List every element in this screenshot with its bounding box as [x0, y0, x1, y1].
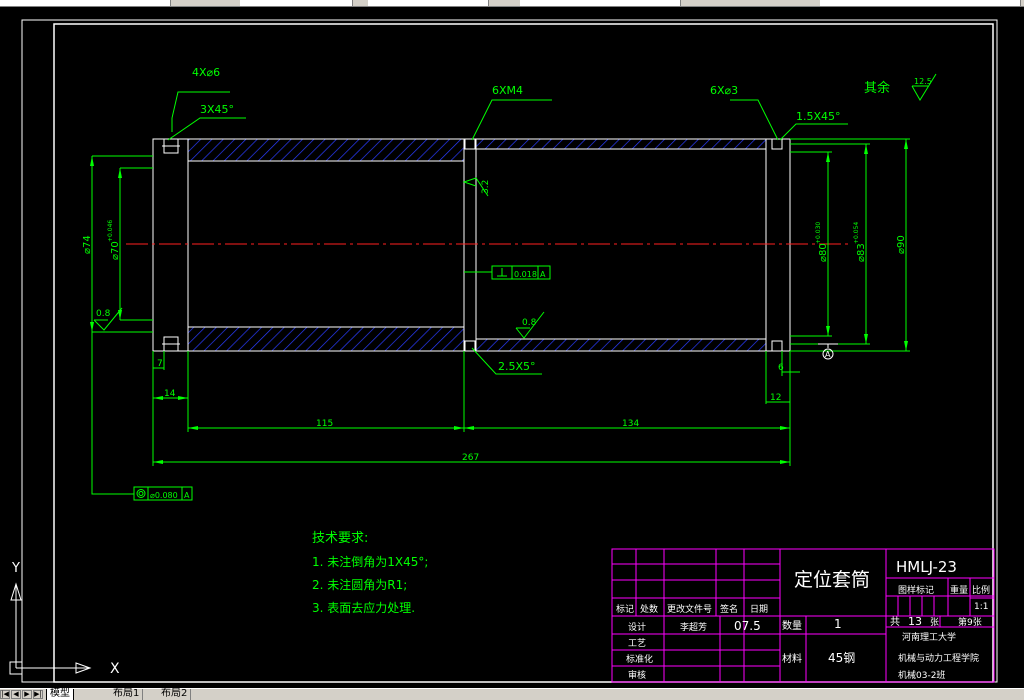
header-cell: 标记 — [616, 603, 634, 615]
dim-inner-left: ⌀70 — [110, 241, 121, 260]
total-value: 13 — [908, 615, 922, 628]
tech-item: 1. 未注倒角为1X45°; — [312, 554, 428, 569]
dim-7: 7 — [157, 359, 163, 369]
drawing-number: HMLJ-23 — [896, 558, 957, 576]
dim-outer-right: ⌀90 — [896, 235, 907, 254]
ucs-y-label: Y — [11, 561, 20, 576]
roughness-rest-value: 12.5 — [914, 77, 932, 86]
tech-title: 技术要求: — [312, 531, 368, 546]
row-label: 审核 — [628, 669, 646, 681]
dim-mid-right: ⌀83 — [856, 243, 867, 262]
perp-datum: A — [540, 270, 546, 279]
header-cell: 签名 — [720, 603, 738, 615]
roughness-bottom-value: 0.8 — [522, 318, 537, 328]
scale-value: 1:1 — [974, 602, 988, 612]
school-name: 河南理工大学 — [902, 631, 956, 643]
coax-datum: A — [184, 491, 190, 500]
roughness-inner-value: 3.2 — [481, 180, 491, 194]
next-tab-icon[interactable]: ▶ — [22, 690, 32, 699]
callout-chamfer-left: 3X45° — [200, 103, 234, 116]
first-tab-icon[interactable]: |◀ — [0, 690, 10, 699]
header-cell: 处数 — [640, 603, 658, 615]
dim-outer-left: ⌀74 — [82, 235, 93, 254]
roughness-rest-label: 其余 — [864, 80, 890, 96]
tab-layout1[interactable]: 布局1 — [110, 689, 144, 700]
scale-label: 比例 — [972, 584, 990, 596]
header-cell: 日期 — [750, 604, 768, 615]
dim-mid-right-tol: +0.054 — [853, 222, 860, 244]
weight-label: 重量 — [950, 584, 968, 596]
datum-label: A — [825, 350, 831, 359]
dim-inner-left-tol: +0.046 — [107, 220, 114, 242]
prev-tab-icon[interactable]: ◀ — [11, 690, 21, 699]
last-tab-icon[interactable]: ▶| — [33, 690, 43, 699]
header-cell: 更改文件号 — [667, 603, 712, 615]
tab-layout2[interactable]: 布局2 — [158, 689, 192, 700]
title-block: 定位套筒 HMLJ-23 标记 处数 更改文件号 签名 日期 设计 工艺 标准化… — [611, 548, 995, 683]
callout-holes-right: 6X⌀3 — [710, 84, 738, 97]
callout-thread: 6XM4 — [492, 84, 523, 97]
dimension-arrows — [90, 139, 908, 464]
college-name: 机械与动力工程学院 — [898, 652, 979, 664]
coax-tolerance-value: ⌀0.080 — [150, 491, 178, 500]
dim-6: 6 — [778, 363, 784, 373]
dim-inner-right: ⌀80 — [818, 243, 829, 262]
dim-134: 134 — [622, 419, 639, 429]
dim-267: 267 — [462, 453, 479, 463]
perp-tolerance-value: 0.018 — [514, 270, 537, 279]
design-date: 07.5 — [734, 619, 761, 633]
row-label: 设计 — [628, 621, 646, 633]
qty-value: 1 — [834, 617, 842, 631]
ucs-x-label: X — [110, 661, 120, 677]
material-value: 45钢 — [828, 651, 855, 665]
tech-item: 3. 表面去应力处理. — [312, 600, 415, 615]
row-label: 标准化 — [626, 653, 653, 665]
row-label: 工艺 — [628, 638, 646, 649]
dim-inner-right-tol: +0.030 — [815, 222, 822, 244]
class-name: 机械03-2班 — [898, 669, 945, 681]
drawing-canvas[interactable]: 4X⌀6 3X45° 6XM4 6X⌀3 1.5X45° 2.5X5° 其余 1… — [0, 6, 1024, 688]
part-section — [126, 138, 850, 352]
roughness-left-value: 0.8 — [96, 309, 111, 319]
dim-12: 12 — [770, 393, 781, 403]
material-label: 材料 — [782, 652, 802, 665]
dim-115: 115 — [316, 419, 333, 429]
stage-label: 图样标记 — [898, 584, 934, 596]
part-name: 定位套筒 — [794, 569, 870, 591]
qty-label: 数量 — [782, 619, 802, 632]
total-suffix: 张 — [930, 617, 939, 628]
sheet-value: 第9张 — [958, 616, 982, 628]
callout-holes-left: 4X⌀6 — [192, 66, 220, 79]
tech-item: 2. 未注圆角为R1; — [312, 577, 407, 592]
tech-requirements: 技术要求: 1. 未注倒角为1X45°; 2. 未注圆角为R1; 3. 表面去应… — [312, 531, 428, 615]
total-prefix: 共 — [890, 616, 900, 628]
layout-tabs-bar: |◀ ◀ ▶ ▶| 模型 布局1 布局2 — [0, 688, 1024, 700]
callout-chamfer-right: 1.5X45° — [796, 110, 841, 123]
callout-angle: 2.5X5° — [498, 360, 536, 373]
tab-model[interactable]: 模型 — [46, 689, 74, 700]
dim-14: 14 — [164, 389, 176, 399]
designer-name: 李超芳 — [680, 621, 707, 633]
